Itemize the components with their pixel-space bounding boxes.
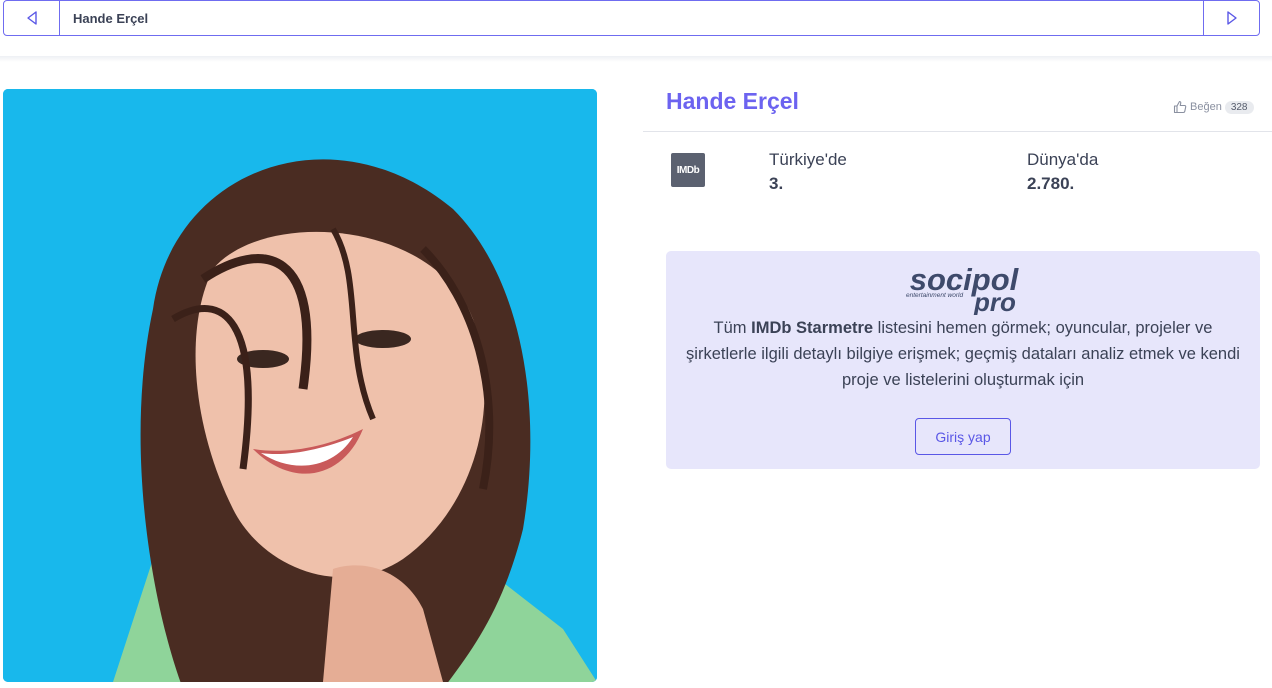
nav-title: Hande Erçel bbox=[73, 10, 149, 26]
logo-tagline-text: entertainment world bbox=[906, 292, 963, 299]
promo-text-bold: IMDb Starmetre bbox=[751, 319, 874, 337]
triangle-right-icon bbox=[1226, 11, 1237, 25]
promo-text: Tüm IMDb Starmetre listesini hemen görme… bbox=[676, 315, 1250, 393]
header-shadow bbox=[0, 56, 1272, 62]
logo-sub-text: pro bbox=[973, 287, 1016, 315]
previous-button[interactable] bbox=[4, 1, 60, 35]
next-button[interactable] bbox=[1203, 1, 1259, 35]
world-rank: Dünya'da 2.780. bbox=[1027, 149, 1098, 197]
profile-photo bbox=[3, 89, 597, 682]
turkey-rank: Türkiye'de 3. bbox=[769, 149, 847, 197]
socipol-pro-logo: socipol entertainment world pro bbox=[906, 263, 1020, 315]
promo-box: socipol entertainment world pro Tüm IMDb… bbox=[666, 251, 1260, 469]
promo-text-start: Tüm bbox=[713, 319, 752, 337]
like-count-badge: 328 bbox=[1224, 100, 1254, 114]
divider bbox=[643, 131, 1272, 132]
triangle-left-icon bbox=[26, 11, 37, 25]
imdb-logo: IMDb bbox=[671, 153, 705, 187]
top-navigation-bar: Hande Erçel bbox=[3, 0, 1260, 36]
like-label: Beğen bbox=[1190, 101, 1222, 113]
actor-name: Hande Erçel bbox=[666, 88, 799, 114]
turkey-rank-label: Türkiye'de bbox=[769, 150, 847, 169]
world-rank-value: 2.780. bbox=[1027, 174, 1075, 193]
world-rank-label: Dünya'da bbox=[1027, 150, 1099, 169]
like-button[interactable]: Beğen 328 bbox=[1173, 100, 1254, 114]
thumbs-up-icon bbox=[1173, 100, 1187, 114]
turkey-rank-value: 3. bbox=[769, 174, 784, 193]
portrait-illustration bbox=[3, 89, 597, 682]
login-button[interactable]: Giriş yap bbox=[915, 418, 1011, 455]
